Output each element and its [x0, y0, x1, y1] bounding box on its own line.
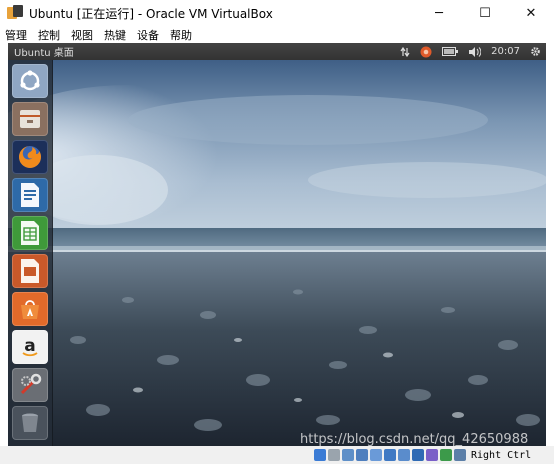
host-key-label: Right Ctrl: [471, 449, 532, 461]
virtualization-icon[interactable]: [426, 449, 438, 461]
menu-bar: 管理 控制 视图 热键 设备 帮助: [0, 26, 554, 44]
shared-folders-icon[interactable]: [384, 449, 396, 461]
display-icon[interactable]: [398, 449, 410, 461]
menu-control[interactable]: 控制: [33, 27, 66, 43]
vbox-status-bar: Right Ctrl: [0, 446, 554, 464]
menu-devices[interactable]: 设备: [132, 27, 165, 43]
volume-icon[interactable]: [468, 46, 482, 57]
close-button[interactable]: ✕: [508, 0, 554, 26]
panel-title: Ubuntu 桌面: [14, 48, 74, 59]
writer-icon[interactable]: [12, 178, 48, 212]
ubuntu-dash-icon[interactable]: [12, 64, 48, 98]
window-title: Ubuntu [正在运行] - Oracle VM VirtualBox: [29, 6, 273, 21]
virtualbox-icon: [7, 5, 23, 21]
amazon-icon[interactable]: a: [12, 330, 48, 364]
ubuntu-top-panel: Ubuntu 桌面 20:07: [8, 43, 546, 60]
menu-hotkeys[interactable]: 热键: [99, 27, 132, 43]
firefox-icon[interactable]: [12, 140, 48, 174]
csdn-watermark: https://blog.csdn.net/qq_42650988: [300, 432, 529, 447]
calc-icon[interactable]: [12, 216, 48, 250]
keyboard-capture-icon[interactable]: [454, 449, 466, 461]
desktop-wallpaper: [8, 60, 546, 446]
network-icon[interactable]: [400, 46, 410, 57]
battery-icon[interactable]: [442, 47, 459, 56]
unity-launcher: a: [8, 60, 53, 446]
menu-help[interactable]: 帮助: [165, 27, 198, 43]
usb-icon[interactable]: [370, 449, 382, 461]
menu-manage[interactable]: 管理: [0, 27, 33, 43]
mouse-integration-icon[interactable]: [440, 449, 452, 461]
hard-disk-icon[interactable]: [314, 449, 326, 461]
trash-icon[interactable]: [12, 406, 48, 440]
system-settings-icon[interactable]: [12, 368, 48, 402]
maximize-button[interactable]: ☐: [462, 0, 508, 26]
svg-text:a: a: [24, 336, 35, 356]
network-adapter-icon[interactable]: [356, 449, 368, 461]
software-center-icon[interactable]: [12, 292, 48, 326]
audio-icon[interactable]: [342, 449, 354, 461]
optical-drive-icon[interactable]: [328, 449, 340, 461]
impress-icon[interactable]: [12, 254, 48, 288]
menu-view[interactable]: 视图: [66, 27, 99, 43]
panel-clock[interactable]: 20:07: [491, 46, 520, 57]
minimize-button[interactable]: ─: [416, 0, 462, 26]
files-icon[interactable]: [12, 102, 48, 136]
video-capture-icon[interactable]: [412, 449, 424, 461]
window-titlebar: Ubuntu [正在运行] - Oracle VM VirtualBox ─ ☐…: [0, 0, 554, 26]
update-notifier-icon[interactable]: [420, 46, 432, 58]
settings-gear-icon[interactable]: [530, 46, 541, 57]
